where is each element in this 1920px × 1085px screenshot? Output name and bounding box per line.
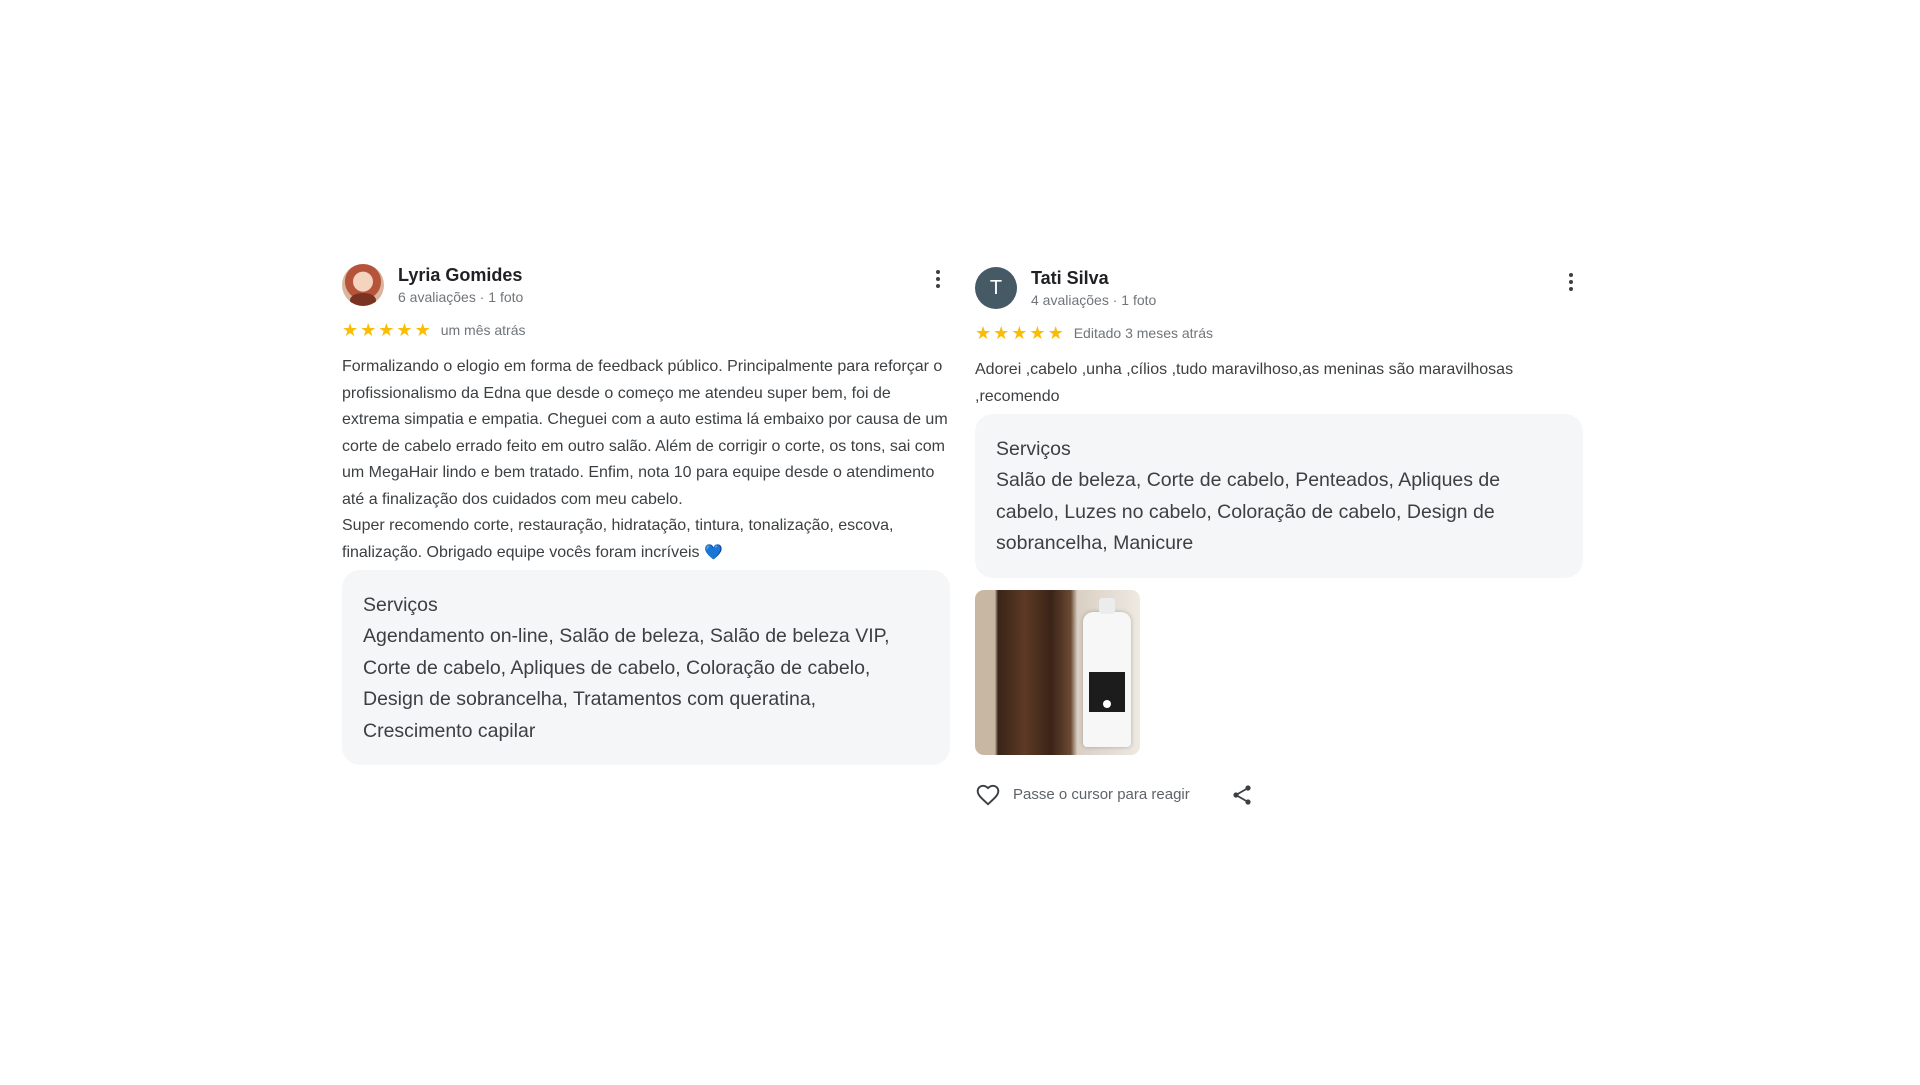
heart-outline-icon[interactable]	[975, 782, 1001, 808]
star-icon: ★	[1029, 323, 1046, 343]
rating-row: ★ ★ ★ ★ ★ Editado 3 meses atrás	[975, 323, 1583, 343]
star-icon: ★	[342, 320, 359, 340]
more-options-icon[interactable]	[926, 264, 950, 294]
more-options-icon[interactable]	[1559, 267, 1583, 297]
review-paragraph: Formalizando o elogio em forma de feedba…	[342, 358, 948, 508]
review-paragraph: Super recomendo corte, restauração, hidr…	[342, 517, 894, 561]
review-date: um mês atrás	[440, 322, 526, 338]
star-icon: ★	[975, 323, 992, 343]
services-box: Serviços Salão de beleza, Corte de cabel…	[975, 414, 1583, 578]
star-rating: ★ ★ ★ ★ ★	[342, 321, 431, 339]
avatar[interactable]: T	[975, 267, 1017, 309]
review-text: Formalizando o elogio em forma de feedba…	[342, 354, 950, 566]
product-bottle	[1083, 597, 1131, 747]
star-icon: ★	[396, 320, 413, 340]
star-rating: ★ ★ ★ ★ ★	[975, 324, 1064, 342]
services-list: Agendamento on-line, Salão de beleza, Sa…	[363, 625, 890, 742]
services-box: Serviços Agendamento on-line, Salão de b…	[342, 570, 950, 765]
author-meta: 4 avaliações · 1 foto	[1031, 292, 1157, 308]
author-meta: 6 avaliações · 1 foto	[398, 289, 524, 305]
services-title: Serviços	[363, 594, 438, 616]
avatar[interactable]	[342, 264, 384, 306]
review-text: Adorei ,cabelo ,unha ,cílios ,tudo marav…	[975, 361, 1514, 405]
star-icon: ★	[993, 323, 1010, 343]
star-icon: ★	[414, 320, 431, 340]
review-header: T Tati Silva 4 avaliações · 1 foto	[975, 267, 1583, 313]
author-name[interactable]: Tati Silva	[1031, 267, 1559, 289]
star-icon: ★	[360, 320, 377, 340]
author-info: Tati Silva 4 avaliações · 1 foto	[1031, 267, 1559, 309]
author-info: Lyria Gomides 6 avaliações · 1 foto	[398, 264, 926, 306]
review-header: Lyria Gomides 6 avaliações · 1 foto	[342, 264, 950, 310]
rating-row: ★ ★ ★ ★ ★ um mês atrás	[342, 320, 950, 340]
blue-heart-emoji: 💙	[703, 543, 723, 561]
star-icon: ★	[1011, 323, 1028, 343]
star-icon: ★	[1047, 323, 1064, 343]
review-card: T Tati Silva 4 avaliações · 1 foto ★ ★ ★…	[975, 267, 1583, 809]
review-date: Editado 3 meses atrás	[1073, 325, 1213, 341]
review-card: Lyria Gomides 6 avaliações · 1 foto ★ ★ …	[342, 264, 950, 765]
services-list: Salão de beleza, Corte de cabelo, Pentea…	[996, 469, 1501, 554]
star-icon: ★	[378, 320, 395, 340]
react-prompt: Passe o cursor para reagir	[1013, 786, 1190, 803]
share-icon[interactable]	[1230, 783, 1254, 807]
review-actions: Passe o cursor para reagir	[975, 781, 1583, 809]
author-name[interactable]: Lyria Gomides	[398, 264, 926, 286]
review-photo[interactable]	[975, 589, 1140, 755]
services-title: Serviços	[996, 438, 1071, 460]
